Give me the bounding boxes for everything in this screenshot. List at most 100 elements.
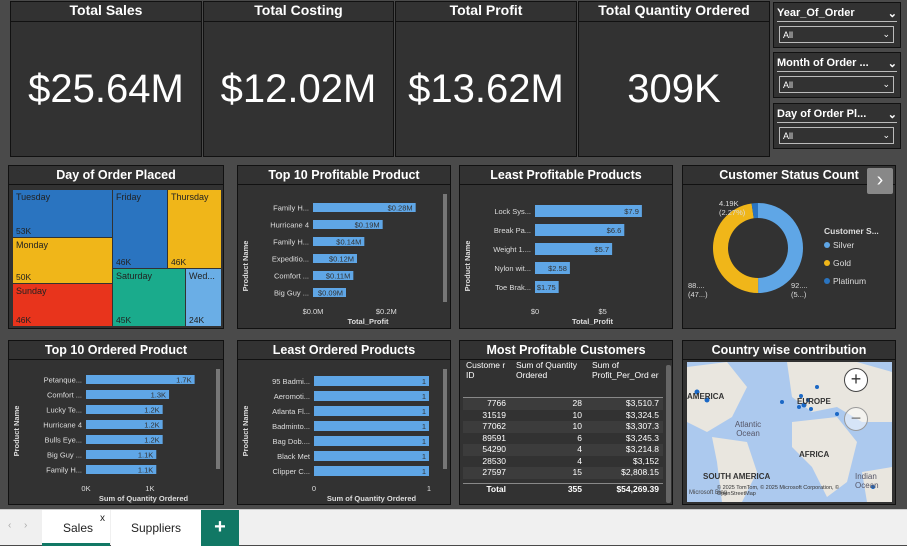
- y-axis-label: Product Name: [463, 241, 472, 292]
- category-label: Lock Sys...: [494, 207, 531, 216]
- zoom-in-button[interactable]: +: [844, 368, 868, 392]
- column-header[interactable]: Sum of Profit_Per_Ord er: [586, 360, 663, 397]
- scrollbar[interactable]: [443, 369, 447, 469]
- donut-slice[interactable]: [758, 203, 804, 293]
- treemap-cell[interactable]: Sunday 46K: [13, 284, 112, 326]
- bar[interactable]: [314, 376, 429, 386]
- bar[interactable]: [314, 466, 429, 476]
- slicer-dropdown[interactable]: All ⌄: [779, 127, 894, 144]
- add-page-button[interactable]: +: [201, 510, 239, 546]
- chart-customer-status: Customer Status Count 92.... (5...) 88....…: [682, 165, 896, 329]
- tick-label: 0: [312, 484, 316, 493]
- data-label: 1.7K: [176, 376, 191, 385]
- scrollbar[interactable]: [216, 369, 220, 469]
- table-total-row: Total 355 $54,269.39: [463, 482, 663, 495]
- chevron-down-icon[interactable]: ⌄: [888, 57, 897, 70]
- data-label: 1.2K: [144, 421, 159, 430]
- kpi-title: Total Profit: [396, 2, 576, 22]
- table-cell: $3,245.3: [625, 432, 659, 443]
- y-axis-label: Product Name: [241, 406, 250, 457]
- table-row[interactable]: 77062 10 $3,307.3: [463, 421, 663, 433]
- legend-marker: [824, 260, 830, 266]
- chevron-down-icon[interactable]: ⌄: [888, 7, 897, 20]
- cell-value: 24K: [189, 315, 205, 325]
- data-label: 1: [422, 437, 426, 446]
- scrollbar[interactable]: [443, 194, 447, 302]
- bar[interactable]: [314, 436, 429, 446]
- table-row[interactable]: 89591 6 $3,245.3: [463, 433, 663, 445]
- map-label: Indian Ocean: [855, 472, 879, 490]
- zoom-out-button[interactable]: −: [844, 407, 868, 431]
- tab-suppliers[interactable]: Suppliers: [111, 510, 201, 546]
- data-label: 1: [422, 377, 426, 386]
- slicer-day[interactable]: Day of Order Pl... ⌄ All ⌄: [773, 103, 901, 149]
- tab-sales[interactable]: Sales x: [42, 510, 110, 546]
- chart-top10-ordered: Top 10 Ordered Product Petanque... 1.7K Com…: [8, 340, 224, 505]
- legend-item[interactable]: Gold: [833, 258, 851, 268]
- scroll-right-icon[interactable]: ›: [24, 520, 27, 531]
- column-header[interactable]: Sum of Quantity Ordered: [510, 360, 586, 397]
- treemap-cell[interactable]: Tuesday 53K: [13, 190, 112, 237]
- table-row[interactable]: 28530 4 $3,152: [463, 456, 663, 468]
- treemap-cell[interactable]: Thursday 46K: [168, 190, 221, 268]
- treemap-cell[interactable]: Wed... 24K: [186, 269, 221, 326]
- category-label: 95 Badmi...: [272, 377, 310, 386]
- treemap-cell[interactable]: Monday 50K: [13, 238, 112, 283]
- slicer-value: All: [783, 29, 794, 40]
- slicer-dropdown[interactable]: All ⌄: [779, 26, 894, 43]
- treemap-cell[interactable]: Saturday 45K: [113, 269, 185, 326]
- category-label: Comfort ...: [274, 272, 309, 281]
- table-row[interactable]: 54290 4 $3,214.8: [463, 444, 663, 456]
- kpi-total-costing: Total Costing $12.02M: [203, 1, 394, 157]
- bar[interactable]: [314, 406, 429, 416]
- world-map[interactable]: AMERICA EUROPE AFRICA Atlantic Ocean SOU…: [687, 362, 892, 502]
- chart-least-profitable: Least Profitable Products Lock Sys... $7.9…: [459, 165, 673, 329]
- treemap-cell[interactable]: Friday 46K: [113, 190, 167, 268]
- category-label: Atlanta Fl...: [272, 407, 310, 416]
- table-header: Custome r ID Sum of Quantity Ordered Sum o…: [463, 360, 663, 398]
- table-cell: 10: [572, 409, 582, 420]
- table-row[interactable]: 31519 10 $3,324.5: [463, 410, 663, 422]
- tick-label: $0.2M: [376, 307, 397, 316]
- category-label: Break Pa...: [494, 226, 531, 235]
- legend-item[interactable]: Platinum: [833, 276, 866, 286]
- category-label: Hurricane 4: [270, 221, 309, 230]
- legend-item[interactable]: Silver: [833, 240, 854, 250]
- map-label: SOUTH AMERICA: [703, 472, 771, 481]
- category-label: Black Met: [277, 452, 311, 461]
- map-copyright: © 2025 TomTom, © 2025 Microsoft Corporat…: [717, 485, 840, 497]
- chevron-down-icon[interactable]: ⌄: [888, 108, 897, 121]
- slicer-title: Day of Order Pl...: [777, 108, 867, 120]
- visual-title: Day of Order Placed: [9, 166, 223, 185]
- data-label: $0.11M: [326, 272, 350, 281]
- chart-top10-profitable: Top 10 Profitable Product Family H... $0.2…: [237, 165, 451, 329]
- table-cell: 27597: [482, 467, 506, 477]
- slicer-title: Month of Order ...: [777, 57, 869, 69]
- slicer-month[interactable]: Month of Order ... ⌄ All ⌄: [773, 52, 901, 98]
- data-label: $0.19M: [355, 221, 380, 230]
- column-header[interactable]: Custome r ID: [463, 360, 510, 397]
- bar[interactable]: [314, 391, 429, 401]
- data-label: $5.7: [595, 245, 610, 254]
- visual-title: Most Profitable Customers: [460, 341, 672, 360]
- close-icon[interactable]: x: [100, 513, 105, 524]
- table-row[interactable]: 27597 15 $2,808.15: [463, 467, 663, 479]
- slicer-year[interactable]: Year_Of_Order ⌄ All ⌄: [773, 2, 901, 48]
- tick-label: 1K: [145, 484, 154, 493]
- scrollbar[interactable]: [666, 365, 671, 503]
- bar[interactable]: [314, 451, 429, 461]
- forward-arrow-icon[interactable]: ›: [867, 168, 893, 194]
- slicer-dropdown[interactable]: All ⌄: [779, 76, 894, 93]
- scroll-left-icon[interactable]: ‹: [8, 520, 11, 531]
- cell-value: 46K: [171, 257, 187, 267]
- tick-label: 0K: [81, 484, 90, 493]
- bar[interactable]: [314, 421, 429, 431]
- table-row[interactable]: 7766 28 $3,510.7: [463, 398, 663, 410]
- table-cell: $3,214.8: [625, 444, 659, 454]
- cell-label: Saturday: [116, 271, 153, 281]
- tab-label: Sales: [63, 521, 94, 535]
- x-axis-label: Sum of Quantity Ordered: [99, 494, 189, 503]
- cell-value: 46K: [16, 315, 32, 325]
- cell-value: 46K: [116, 257, 132, 267]
- legend-marker: [824, 278, 830, 284]
